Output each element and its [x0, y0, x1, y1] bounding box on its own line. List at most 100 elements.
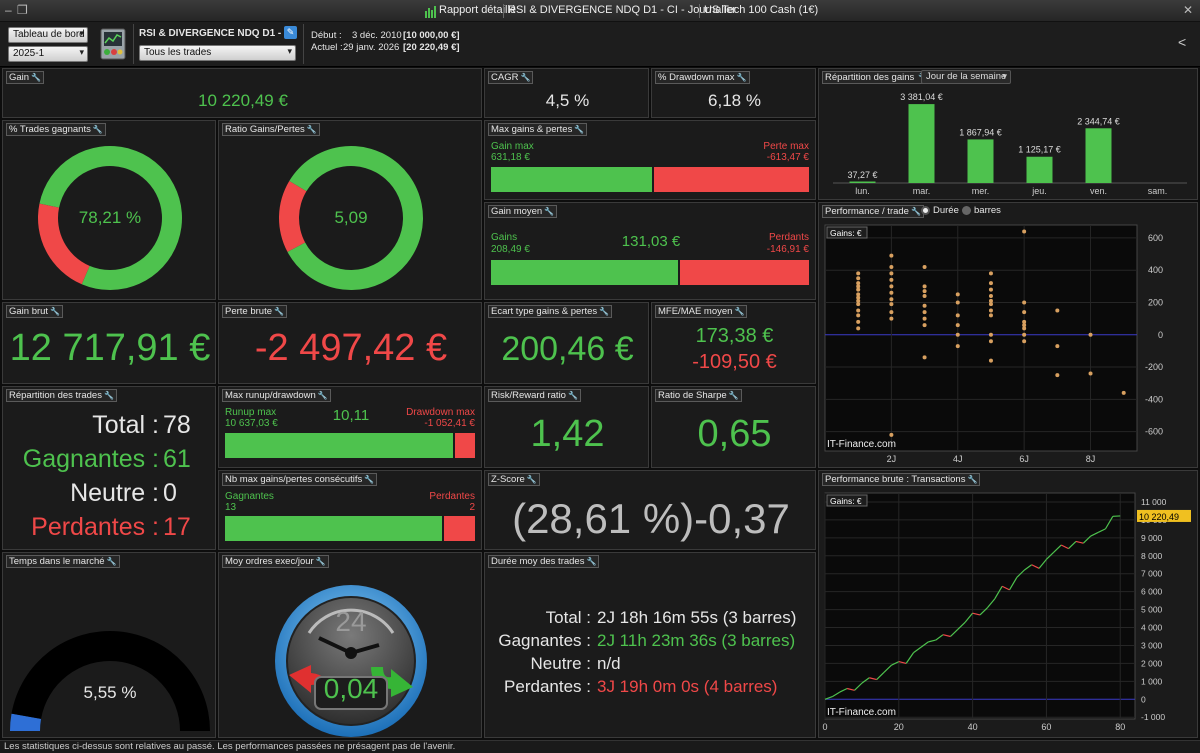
- wrench-icon[interactable]: 🔧: [316, 556, 326, 567]
- minimize-button[interactable]: –: [5, 3, 12, 17]
- dashboard-select[interactable]: Tableau de bord ▾: [8, 27, 88, 43]
- version-select[interactable]: 2025-1 ▾: [8, 46, 88, 62]
- panel-title[interactable]: Répartition des gains🔧: [822, 71, 932, 84]
- scatter-point: [988, 313, 993, 318]
- mae-value: -109,50 €: [692, 351, 777, 373]
- share-icon[interactable]: <: [1178, 34, 1186, 50]
- panel-title[interactable]: Gain moyen 🔧: [488, 205, 558, 218]
- wrench-icon[interactable]: 🔧: [737, 72, 747, 83]
- restore-button[interactable]: ❐: [17, 3, 28, 17]
- panel-title[interactable]: Moy ordres exec/jour 🔧: [222, 555, 329, 568]
- panel-title[interactable]: Ecart type gains & pertes 🔧: [488, 305, 613, 318]
- panel-title[interactable]: Gain 🔧: [6, 71, 45, 84]
- debut-date: 3 déc. 2010: [352, 30, 402, 41]
- strategy-icon[interactable]: [100, 28, 126, 60]
- wrench-icon[interactable]: 🔧: [544, 206, 554, 217]
- panel-gain-brut: Gain brut 🔧 12 717,91 €: [2, 302, 216, 384]
- wrench-icon[interactable]: 🔧: [364, 474, 374, 485]
- consec-gagnantes-value: 13: [225, 502, 237, 513]
- wrench-icon[interactable]: 🔧: [587, 556, 597, 567]
- bar-value-label: 3 381,04 €: [900, 92, 943, 102]
- panel-title[interactable]: Performance / trade 🔧: [822, 205, 924, 218]
- edit-icon[interactable]: ✎: [284, 26, 297, 39]
- report-title: Rapport détaillé: [439, 4, 517, 16]
- panel-title[interactable]: MFE/MAE moyen 🔧: [655, 305, 748, 318]
- x-tick-label: 4J: [953, 454, 963, 464]
- plot-area: [824, 492, 1136, 720]
- panel-title[interactable]: Répartition des trades 🔧: [6, 389, 117, 402]
- panel-title[interactable]: Ratio Gains/Pertes 🔧: [222, 123, 320, 136]
- panel-title[interactable]: Ratio de Sharpe 🔧: [655, 389, 742, 402]
- wrench-icon[interactable]: 🔧: [968, 474, 978, 485]
- perdants-label: Perdants: [768, 232, 809, 243]
- panel-title[interactable]: Durée moy des trades 🔧: [488, 555, 600, 568]
- wrench-icon[interactable]: 🔧: [93, 124, 103, 135]
- drawdown-bar: [455, 433, 475, 458]
- radio-barres[interactable]: [962, 206, 971, 215]
- chart-label: Gains: €: [830, 496, 862, 506]
- scatter-point: [1088, 332, 1093, 337]
- panel-title[interactable]: Z-Score 🔧: [488, 473, 540, 486]
- panel-title[interactable]: Risk/Reward ratio 🔧: [488, 389, 581, 402]
- wrench-icon[interactable]: 🔧: [307, 124, 317, 135]
- wrench-icon[interactable]: 🔧: [911, 206, 921, 217]
- panel-title[interactable]: Nb max gains/pertes consécutifs 🔧: [222, 473, 378, 486]
- chart-watermark: IT-Finance.com: [827, 707, 896, 718]
- x-tick-label: mer.: [972, 186, 990, 196]
- y-tick-label: 7 000: [1141, 569, 1163, 579]
- consec-perdantes-label: Perdantes: [429, 491, 475, 502]
- perte-max-bar: [654, 167, 809, 192]
- panel-title[interactable]: CAGR 🔧: [488, 71, 534, 84]
- scatter-point: [922, 355, 927, 360]
- wrench-icon[interactable]: 🔧: [568, 390, 578, 401]
- panel-title[interactable]: % Drawdown max 🔧: [655, 71, 750, 84]
- bar-value-label: 1 125,17 €: [1018, 145, 1061, 155]
- wrench-icon[interactable]: 🔧: [274, 306, 284, 317]
- neutre-label: Neutre :: [70, 479, 159, 507]
- wrench-icon[interactable]: 🔧: [599, 306, 609, 317]
- scatter-point: [1055, 373, 1060, 378]
- panel-title[interactable]: Gain brut 🔧: [6, 305, 64, 318]
- bar-value-label: 1 867,94 €: [959, 127, 1002, 137]
- y-tick-label: 4 000: [1141, 623, 1163, 633]
- wrench-icon[interactable]: 🔧: [50, 306, 60, 317]
- panel-title[interactable]: % Trades gagnants 🔧: [6, 123, 106, 136]
- chevron-down-icon: ▾: [79, 28, 84, 38]
- wrench-icon[interactable]: 🔧: [318, 390, 328, 401]
- drawdown-label: Drawdown max: [406, 407, 475, 418]
- panel-title[interactable]: Perte brute 🔧: [222, 305, 287, 318]
- gain-max-bar: [491, 167, 652, 192]
- panel-title[interactable]: Temps dans le marché 🔧: [6, 555, 120, 568]
- scatter-point: [889, 290, 894, 295]
- radio-duree[interactable]: [921, 206, 930, 215]
- panel-repartition-trades: Répartition des trades 🔧 Total : 78 Gagna…: [2, 386, 216, 550]
- trades-filter-select[interactable]: Tous les trades ▾: [139, 45, 296, 61]
- scatter-point: [988, 287, 993, 292]
- sharpe-value: 0,65: [697, 413, 772, 455]
- panel-title[interactable]: Max runup/drawdown 🔧: [222, 389, 331, 402]
- wrench-icon[interactable]: 🔧: [520, 72, 530, 83]
- gains-mode-select[interactable]: Jour de la semaine ▾: [921, 70, 1011, 84]
- wrench-icon[interactable]: 🔧: [107, 556, 117, 567]
- strategy-name: RSI & DIVERGENCE NDQ D1 - CI: [139, 28, 295, 39]
- panel-title[interactable]: Performance brute : Transactions 🔧: [822, 473, 981, 486]
- wrench-icon[interactable]: 🔧: [729, 390, 739, 401]
- bar-jeu.: [1026, 156, 1053, 183]
- close-button[interactable]: ✕: [1183, 3, 1193, 17]
- ratio-gains-pertes-value: 5,09: [334, 208, 368, 227]
- wrench-icon[interactable]: 🔧: [104, 390, 114, 401]
- wrench-icon[interactable]: 🔧: [574, 124, 584, 135]
- consec-perdantes-value: 2: [469, 502, 475, 513]
- gains-weekday-chart: 37,27 € lun. 3 381,04 € mar. 1 867,94 € mer. 1…: [833, 92, 1187, 196]
- equity-curve-chart: 11 00010 0009 0008 0007 0006 0005 0004 0…: [822, 492, 1191, 732]
- clock-dial-icon: 24: [275, 585, 427, 737]
- runup-bar: [225, 433, 453, 458]
- x-tick-label: ven.: [1090, 186, 1107, 196]
- panel-title[interactable]: Max gains & pertes 🔧: [488, 123, 588, 136]
- wrench-icon[interactable]: 🔧: [527, 474, 537, 485]
- report-chart-icon: [425, 5, 437, 23]
- wrench-icon[interactable]: 🔧: [734, 306, 744, 317]
- wrench-icon[interactable]: 🔧: [31, 72, 41, 83]
- scatter-point: [1022, 326, 1027, 331]
- consec-gagnantes-label: Gagnantes: [225, 491, 274, 502]
